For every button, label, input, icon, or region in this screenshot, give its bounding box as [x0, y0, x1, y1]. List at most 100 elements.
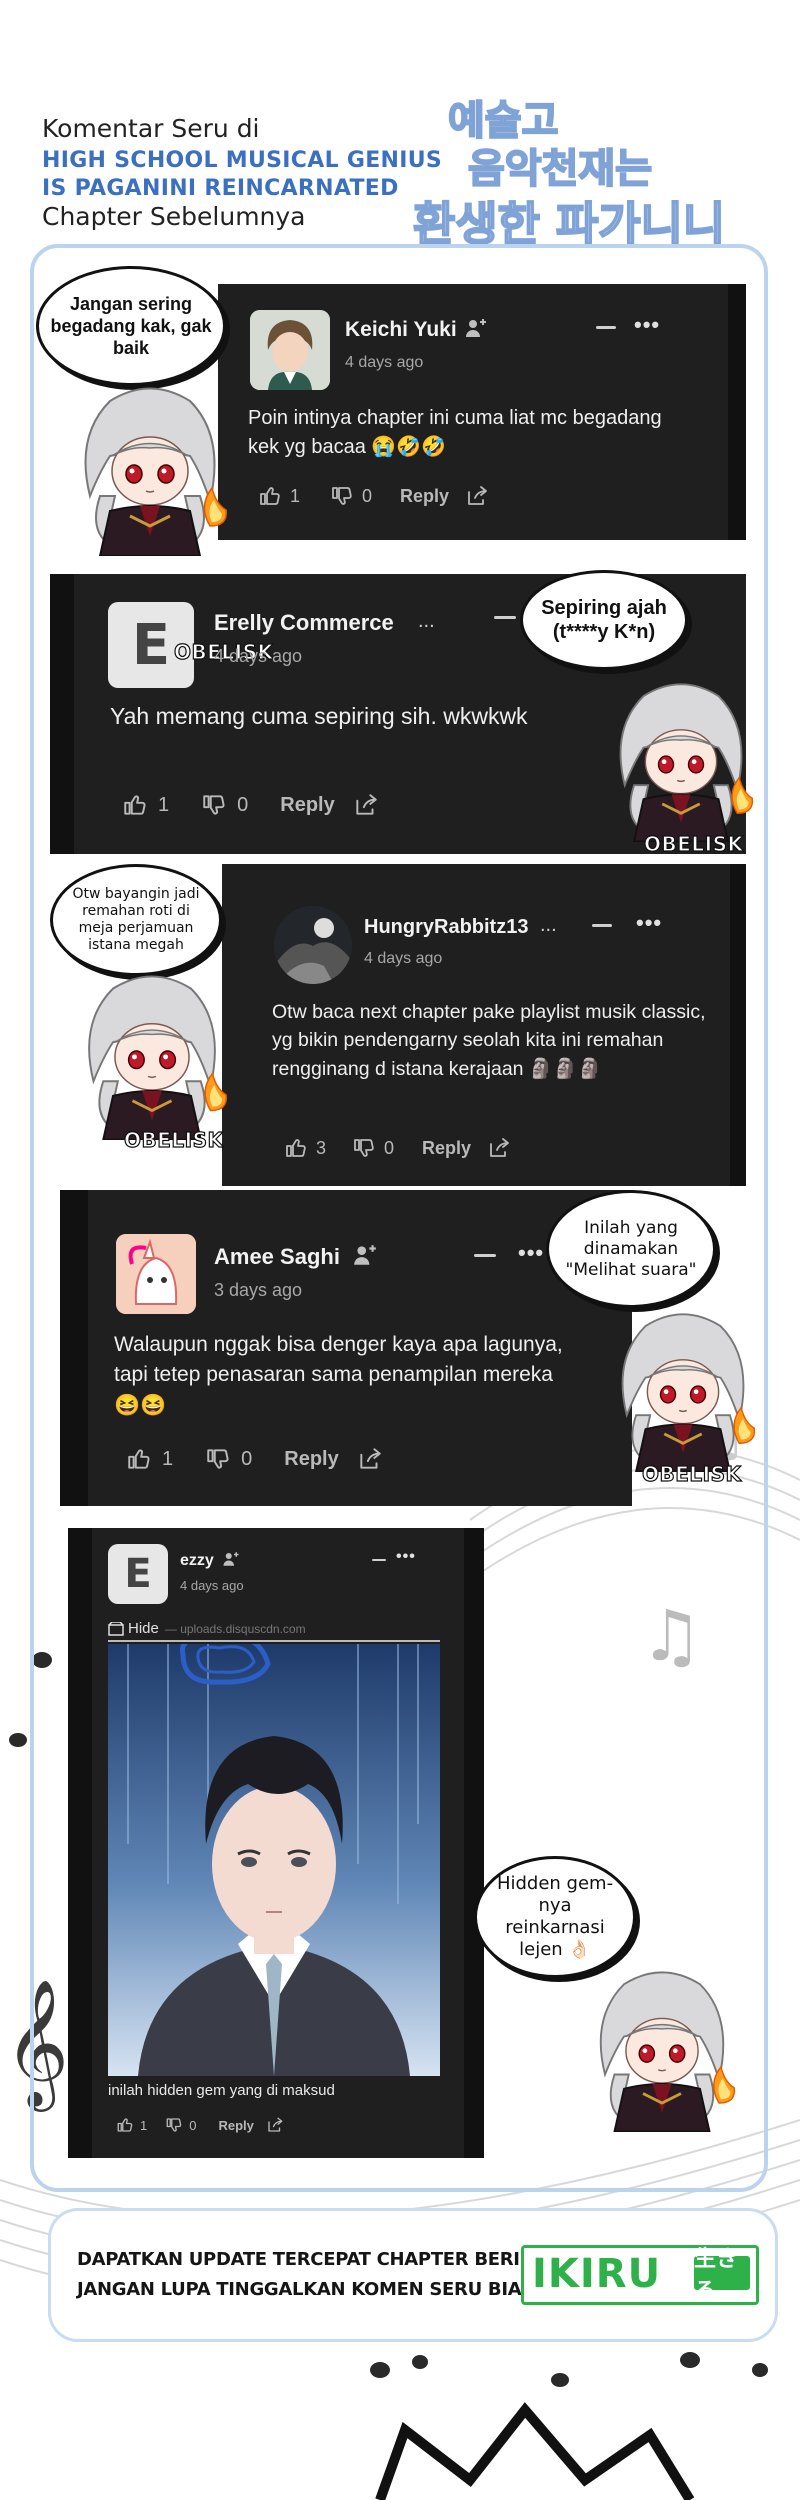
follow-user-icon[interactable] — [464, 316, 488, 340]
thumbs-down-icon — [352, 1136, 376, 1160]
upvote-button[interactable]: 1 — [126, 1446, 173, 1472]
downvote-count: 0 — [362, 485, 373, 506]
more-options-icon[interactable]: ••• — [518, 1240, 544, 1266]
avatar[interactable] — [250, 310, 330, 390]
upvote-count: 1 — [140, 2117, 148, 2133]
mascot-illustration — [606, 672, 756, 842]
reply-button[interactable]: Reply — [284, 1448, 338, 1471]
watermark: OBELISK — [643, 831, 744, 856]
card-edge — [464, 1528, 484, 2158]
hide-label: Hide — [128, 1620, 159, 1637]
card-edge — [730, 864, 746, 1186]
downvote-button[interactable]: 0 — [201, 792, 248, 818]
comment-card: Keichi Yuki 4 days ago ••• Poin intinya … — [218, 284, 746, 540]
image-caption: inilah hidden gem yang di maksud — [108, 2082, 335, 2099]
upvote-count: 1 — [158, 793, 170, 816]
share-icon[interactable] — [487, 1136, 511, 1160]
brand-name: IKIRU — [532, 2251, 662, 2297]
upvote-count: 1 — [162, 1447, 174, 1470]
comment-date[interactable]: 4 days ago — [180, 1578, 244, 1593]
comment-text: Walaupun nggak bisa denger kaya apa lagu… — [114, 1333, 563, 1417]
mascot-illustration — [74, 964, 230, 1140]
comment-card: E ezzy 4 days ago ••• Hide — uploads.dis… — [68, 1528, 484, 2158]
comment-username[interactable]: ezzy — [180, 1552, 214, 1570]
downvote-button[interactable]: 0 — [330, 484, 372, 508]
comment-username[interactable]: Keichi Yuki — [345, 318, 457, 342]
comment-date[interactable]: 4 days ago — [214, 646, 302, 667]
mascot-illustration — [608, 1302, 758, 1472]
follow-user-icon[interactable] — [352, 1242, 378, 1268]
comment-username[interactable]: Amee Saghi — [214, 1244, 340, 1270]
series-logo: 예술고 음악천재는 환생한 파가니니 — [408, 88, 778, 268]
thumbs-up-icon — [126, 1446, 152, 1472]
hide-image-toggle[interactable]: Hide — uploads.disquscdn.com — [108, 1620, 306, 1637]
comment-date[interactable]: 4 days ago — [345, 354, 423, 372]
speech-bubble: Jangan sering begadang kak, gak baik — [36, 266, 226, 386]
comment-text: Otw baca next chapter pake playlist musi… — [272, 1001, 706, 1080]
more-options-icon[interactable]: ••• — [634, 312, 660, 338]
comment-actions: 1 0 Reply — [122, 792, 379, 818]
reply-button[interactable]: Reply — [400, 486, 449, 507]
comment-text: Yah memang cuma sepiring sih. wkwkwk — [110, 703, 528, 729]
reply-button[interactable]: Reply — [422, 1138, 471, 1159]
header-line-1: Komentar Seru di — [42, 114, 260, 143]
share-icon[interactable] — [266, 2116, 284, 2134]
speech-bubble: Sepiring ajah (t****y K*n) — [520, 570, 688, 670]
avatar[interactable]: E — [108, 1544, 168, 1604]
collapse-icon[interactable] — [596, 326, 616, 329]
thumbs-up-icon — [122, 792, 148, 818]
card-edge — [60, 1190, 88, 1506]
username-truncation: ... — [418, 610, 435, 632]
attached-image[interactable] — [108, 1644, 440, 2076]
downvote-button[interactable]: 0 — [165, 2116, 196, 2134]
image-source: — uploads.disquscdn.com — [164, 1621, 306, 1636]
avatar[interactable] — [116, 1234, 196, 1314]
logo-line-2: 음악천재는 — [467, 144, 653, 193]
comment-username[interactable]: Erelly Commerce — [214, 610, 394, 636]
more-options-icon[interactable]: ••• — [396, 1548, 416, 1566]
downvote-count: 0 — [189, 2117, 197, 2133]
share-icon[interactable] — [465, 484, 489, 508]
avatar[interactable] — [274, 906, 352, 984]
comment-date[interactable]: 4 days ago — [364, 950, 442, 968]
upvote-button[interactable]: 1 — [116, 2116, 147, 2134]
watermark: OBELISK — [641, 1461, 742, 1486]
avatar-image — [250, 310, 330, 390]
upvote-count: 1 — [290, 485, 301, 506]
avatar-image — [116, 1234, 196, 1314]
comment-username[interactable]: HungryRabbitz13 — [364, 916, 528, 939]
collapse-icon[interactable] — [592, 924, 612, 927]
avatar-image — [274, 906, 352, 984]
follow-user-icon[interactable] — [222, 1550, 240, 1568]
image-icon — [108, 1621, 124, 1636]
downvote-button[interactable]: 0 — [352, 1136, 394, 1160]
downvote-count: 0 — [237, 793, 249, 816]
comment-text: Poin intinya chapter ini cuma liat mc be… — [248, 407, 662, 458]
collapse-icon[interactable] — [372, 1559, 386, 1561]
watermark: OBELISK — [123, 1127, 224, 1152]
comment-actions: 1 0 Reply — [116, 2116, 284, 2134]
brand-kanji: 生きる — [694, 2246, 750, 2303]
upvote-button[interactable]: 3 — [284, 1136, 326, 1160]
reply-button[interactable]: Reply — [218, 2118, 253, 2133]
share-icon[interactable] — [357, 1446, 383, 1472]
collapse-icon[interactable] — [494, 616, 516, 619]
speech-bubble: Otw bayangin jadi remahan roti di meja p… — [50, 864, 222, 976]
downvote-count: 0 — [241, 1447, 253, 1470]
upvote-button[interactable]: 1 — [258, 484, 300, 508]
upvote-button[interactable]: 1 — [122, 792, 169, 818]
comment-actions: 3 0 Reply — [284, 1136, 511, 1160]
thumbs-up-icon — [116, 2116, 134, 2134]
card-edge — [728, 284, 746, 540]
mascot-illustration — [70, 376, 230, 556]
share-icon[interactable] — [353, 792, 379, 818]
ikiru-logo[interactable]: IKIRU 生きる — [521, 2245, 759, 2305]
reply-button[interactable]: Reply — [280, 794, 334, 817]
more-options-icon[interactable]: ••• — [636, 910, 662, 936]
thumbs-down-icon — [201, 792, 227, 818]
collapse-icon[interactable] — [474, 1254, 496, 1257]
upvote-count: 3 — [316, 1137, 327, 1158]
comment-date[interactable]: 3 days ago — [214, 1280, 302, 1301]
series-title-line-2: IS PAGANINI REINCARNATED — [42, 176, 399, 201]
downvote-button[interactable]: 0 — [205, 1446, 252, 1472]
